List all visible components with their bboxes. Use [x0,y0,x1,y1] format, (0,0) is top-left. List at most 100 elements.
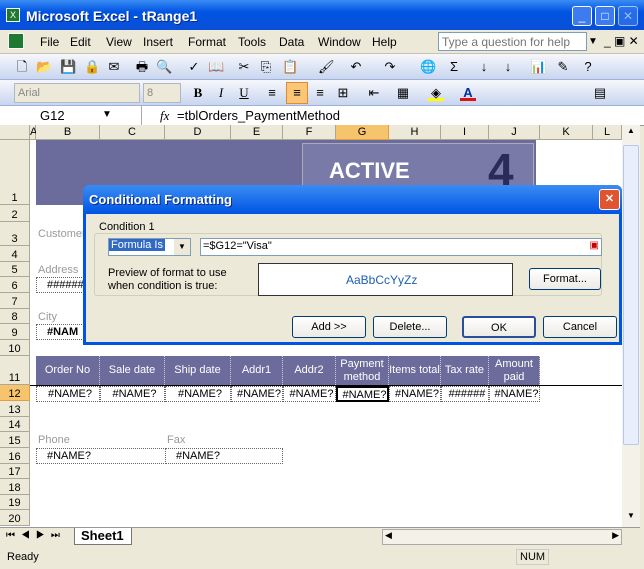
formula-field[interactable]: =$G12="Visa" ▣ [200,238,602,256]
column-header-L[interactable]: L [593,125,622,140]
sheet-nav-icon[interactable]: ⏮◀▶⏭ [6,530,66,541]
condition-type-select[interactable]: Formula Is ▼ [108,238,191,256]
copy-icon[interactable]: ⎘ [258,59,274,75]
menu-view[interactable]: View [106,35,132,49]
table-cell[interactable]: ###### [441,386,489,402]
row-header-20[interactable]: 20 [0,510,30,526]
row-header-10[interactable]: 10 [0,340,30,356]
help-dropdown-icon[interactable]: ▼ [588,36,598,47]
vertical-scrollbar[interactable]: ▲ ▼ [622,125,640,527]
menu-file[interactable]: File [40,35,59,49]
row-header-17[interactable]: 17 [0,464,30,479]
bold-button[interactable]: B [190,85,206,101]
save-icon[interactable]: 💾 [60,59,76,75]
menu-insert[interactable]: Insert [143,35,173,49]
delete-button[interactable]: Delete... [373,316,447,338]
open-icon[interactable]: 📂 [36,59,52,75]
horizontal-scrollbar[interactable]: ◀ ▶ [382,529,622,545]
fx-icon[interactable]: fx [160,108,169,124]
minimize-button[interactable]: _ [572,6,592,26]
doc-min-button[interactable]: _ ▣ ✕ [604,34,639,48]
spelling-icon[interactable]: ✓ [186,59,202,75]
menu-edit[interactable]: Edit [70,35,91,49]
column-header-C[interactable]: C [100,125,165,140]
column-header-B[interactable]: B [36,125,100,140]
indent-icon[interactable]: ⇤ [366,85,382,101]
chart-icon[interactable]: 📊 [530,59,546,75]
close-button[interactable]: ✕ [618,6,638,26]
table-cell[interactable]: #NAME? [489,386,540,402]
selected-cell-G12[interactable]: #NAME? [336,386,389,402]
row-header-3[interactable]: 3 [0,222,30,246]
row-header-4[interactable]: 4 [0,246,30,262]
sheet-tab-sheet1[interactable]: Sheet1 [74,528,132,545]
collapse-dialog-icon[interactable]: ▣ [590,240,599,251]
phone-cell[interactable]: #NAME? [36,448,166,464]
row-header-1[interactable]: 1 [0,140,30,205]
hyperlink-icon[interactable]: 🌐 [420,59,436,75]
column-header-F[interactable]: F [283,125,336,140]
sort-desc-icon[interactable]: ↓ [500,59,516,75]
merge-center-icon[interactable]: ⊞ [335,85,351,101]
redo-icon[interactable]: ↷ [382,59,398,75]
ok-button[interactable]: OK [462,316,536,338]
autoformat-icon[interactable]: ▤ [592,85,608,101]
dialog-close-button[interactable]: ✕ [599,189,620,210]
row-header-8[interactable]: 8 [0,309,30,324]
new-icon[interactable]: 🗋 [14,59,30,75]
formula-input[interactable]: =tblOrders_PaymentMethod [177,108,340,123]
email-icon[interactable]: ✉ [106,59,122,75]
row-header-2[interactable]: 2 [0,205,30,222]
column-header-D[interactable]: D [165,125,231,140]
row-header-12[interactable]: 12 [0,385,30,401]
format-button[interactable]: Format... [529,268,601,290]
font-size-combo[interactable]: 8 [143,83,181,103]
row-header-15[interactable]: 15 [0,432,30,448]
paste-icon[interactable]: 📋 [282,59,298,75]
row-header-14[interactable]: 14 [0,417,30,432]
table-cell[interactable]: #NAME? [100,386,165,402]
research-icon[interactable]: 📖 [208,59,224,75]
row-header-13[interactable]: 13 [0,401,30,417]
fax-cell[interactable]: #NAME? [165,448,283,464]
name-box-dropdown-icon[interactable]: ▼ [102,109,112,120]
doc-icon[interactable] [8,33,24,49]
row-header-7[interactable]: 7 [0,293,30,309]
permission-icon[interactable]: 🔒 [84,59,100,75]
sort-asc-icon[interactable]: ↓ [476,59,492,75]
print-icon[interactable]: 🖶 [134,59,150,75]
cut-icon[interactable]: ✂ [236,59,252,75]
help-search-input[interactable] [438,32,587,51]
table-cell[interactable]: #NAME? [389,386,441,402]
column-header-K[interactable]: K [540,125,593,140]
name-box[interactable]: G12 ▼ [2,106,142,126]
row-header-11[interactable]: 11 [0,356,30,385]
align-right-icon[interactable]: ≡ [312,85,328,101]
chevron-down-icon[interactable]: ▼ [174,239,190,255]
undo-icon[interactable]: ↶ [348,59,364,75]
menu-tools[interactable]: Tools [238,35,266,49]
fill-color-icon[interactable]: ◈ [428,85,444,101]
table-cell[interactable]: #NAME? [165,386,231,402]
row-header-6[interactable]: 6 [0,277,30,293]
scroll-thumb[interactable] [623,145,639,445]
scroll-down-icon[interactable]: ▼ [623,511,639,526]
row-header-18[interactable]: 18 [0,479,30,495]
autosum-icon[interactable]: Σ [446,59,462,75]
table-cell[interactable]: #NAME? [231,386,283,402]
address-cell[interactable]: ###### [36,277,86,293]
italic-button[interactable]: I [213,85,229,101]
row-header-5[interactable]: 5 [0,262,30,277]
column-header-H[interactable]: H [389,125,441,140]
menu-data[interactable]: Data [279,35,304,49]
menu-window[interactable]: Window [318,35,361,49]
column-header-J[interactable]: J [489,125,540,140]
font-name-combo[interactable]: Arial [14,83,140,103]
add-button[interactable]: Add >> [292,316,366,338]
menu-format[interactable]: Format [188,35,226,49]
menu-help[interactable]: Help [372,35,397,49]
font-color-icon[interactable]: A [460,85,476,101]
column-header-E[interactable]: E [231,125,283,140]
row-header-16[interactable]: 16 [0,448,30,464]
table-cell[interactable]: #NAME? [283,386,336,402]
